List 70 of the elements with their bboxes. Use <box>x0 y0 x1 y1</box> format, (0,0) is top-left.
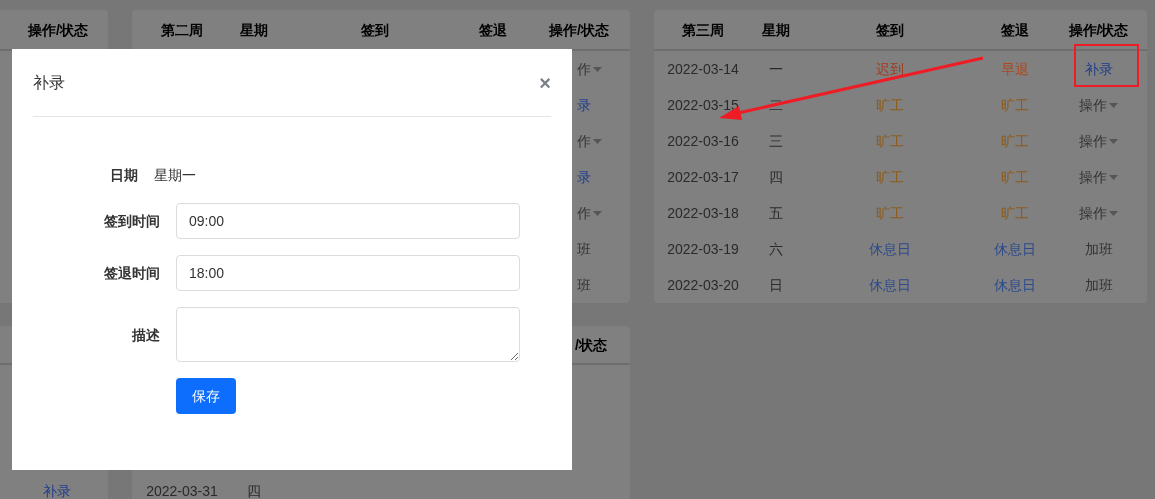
sign-in-status: 旷工 <box>875 168 905 187</box>
input-field[interactable]: 09:00 <box>176 203 520 239</box>
sign-in-status: 迟到 <box>875 60 905 79</box>
sign-out-status: 旷工 <box>1000 96 1030 115</box>
column-header: /状态 <box>575 335 607 355</box>
sign-out-status: 早退 <box>1000 60 1030 79</box>
action-menu[interactable]: 操作 <box>1079 95 1118 115</box>
action-menu[interactable]: 操作 <box>1079 203 1118 223</box>
status-text: 班 <box>576 276 592 295</box>
column-header: 操作/状态 <box>28 20 88 40</box>
column-header: 星期 <box>239 20 269 40</box>
weekday-cell-text: 四 <box>246 482 262 499</box>
field-label: 日期 <box>109 166 138 185</box>
status-text: 加班 <box>1084 240 1113 259</box>
sign-in-status: 旷工 <box>875 204 905 223</box>
field-value: 星期一 <box>153 166 196 185</box>
status-text: 班 <box>576 240 592 259</box>
sign-in-status: 休息日 <box>868 240 912 259</box>
field-label: 描述 <box>131 326 160 345</box>
sign-out-status: 休息日 <box>993 276 1037 295</box>
caret-icon <box>593 210 602 216</box>
column-header: 签到 <box>875 20 905 40</box>
column-header: 操作/状态 <box>1067 20 1130 40</box>
date-cell-text: 2022-03-16 <box>666 132 740 151</box>
caret-icon <box>593 66 602 72</box>
column-header: 签退 <box>478 20 508 40</box>
weekday-cell-text: 日 <box>768 276 784 295</box>
date-cell-text: 2022-03-19 <box>666 240 740 259</box>
status-text: 加班 <box>1084 276 1113 295</box>
dialog-title: 补录 <box>33 72 65 93</box>
caret-icon <box>1109 174 1118 180</box>
weekday-cell-text: 五 <box>768 204 784 223</box>
column-header: 第二周 <box>160 20 204 40</box>
weekday-cell-text: 四 <box>768 168 784 187</box>
column-header: 签到 <box>360 20 390 40</box>
sign-out-status: 休息日 <box>993 240 1037 259</box>
date-cell-text: 2022-03-17 <box>666 168 740 187</box>
weekday-cell-text: 一 <box>768 60 784 79</box>
caret-icon <box>1109 102 1118 108</box>
date-cell-text: 2022-03-18 <box>666 204 740 223</box>
date-cell-text: 2022-03-15 <box>666 96 740 115</box>
action-menu[interactable]: 作 <box>512 131 630 151</box>
field-label: 签到时间 <box>103 212 160 231</box>
column-header: 第三周 <box>681 20 725 40</box>
save-button[interactable]: 保存 <box>176 378 236 414</box>
sign-in-status: 休息日 <box>868 276 912 295</box>
action-link[interactable]: 补录 <box>1084 59 1113 79</box>
input-field[interactable]: 18:00 <box>176 255 520 291</box>
action-menu[interactable]: 操作 <box>1079 167 1118 187</box>
field-label: 签退时间 <box>103 264 160 283</box>
caret-icon <box>1109 138 1118 144</box>
column-header: 签退 <box>1000 20 1030 40</box>
sign-out-status: 旷工 <box>1000 168 1030 187</box>
description-field[interactable] <box>176 307 520 362</box>
column-header: 星期 <box>761 20 791 40</box>
sign-in-status: 旷工 <box>875 96 905 115</box>
caret-icon <box>1109 210 1118 216</box>
date-cell-text: 2022-03-31 <box>145 482 219 499</box>
action-link[interactable]: 补录 <box>43 481 71 499</box>
annotation-frame <box>1074 44 1139 87</box>
caret-icon <box>593 138 602 144</box>
sign-in-status: 旷工 <box>875 132 905 151</box>
column-header: 操作/状态 <box>548 20 610 40</box>
sign-out-status: 旷工 <box>1000 204 1030 223</box>
weekday-cell-text: 六 <box>768 240 784 259</box>
action-menu[interactable]: 操作 <box>1079 131 1118 151</box>
date-cell-text: 2022-03-14 <box>666 60 740 79</box>
weekday-cell-text: 三 <box>768 132 784 151</box>
date-cell-text: 2022-03-20 <box>666 276 740 295</box>
sign-out-status: 旷工 <box>1000 132 1030 151</box>
